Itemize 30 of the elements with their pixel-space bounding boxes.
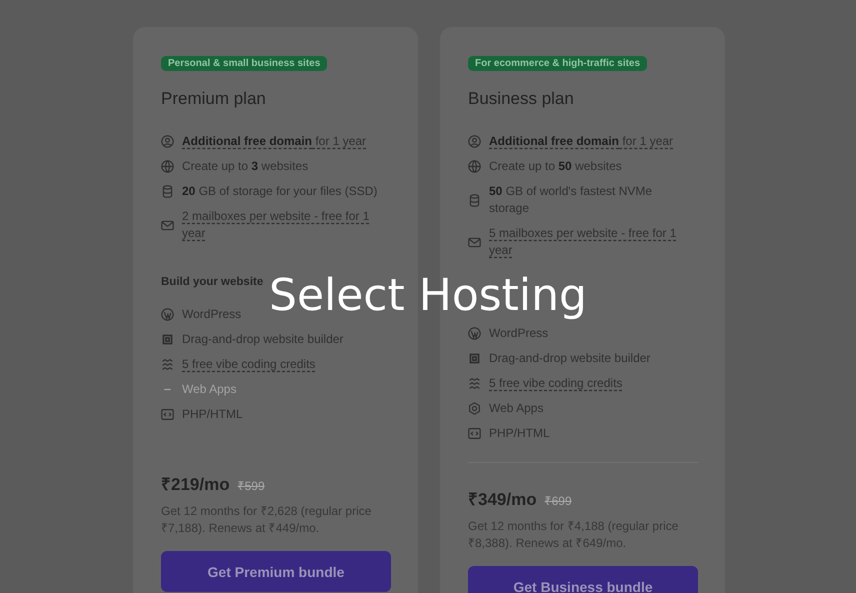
plan-badge: Personal & small business sites xyxy=(161,56,328,71)
user-icon xyxy=(468,135,481,148)
builder-icon xyxy=(468,352,481,365)
old-price: ₹699 xyxy=(544,493,572,509)
plan-badge: For ecommerce & high-traffic sites xyxy=(468,56,648,71)
price: ₹219/mo xyxy=(161,474,230,495)
bundle-button[interactable]: Get Premium bundle xyxy=(161,551,391,592)
user-icon xyxy=(161,135,174,148)
feature-text: Web Apps xyxy=(182,381,236,398)
overlay-title: Select Hosting xyxy=(269,272,587,320)
database-icon xyxy=(468,194,481,206)
builder-icon xyxy=(161,333,174,346)
plan-name: Business plan xyxy=(468,89,575,109)
globe-icon xyxy=(468,160,481,173)
mail-icon xyxy=(161,218,174,232)
waves-icon xyxy=(468,377,481,390)
database-icon xyxy=(161,185,174,198)
price: ₹349/mo xyxy=(468,489,537,510)
old-price: ₹599 xyxy=(238,478,265,494)
code-icon xyxy=(468,427,481,440)
plan-name: Premium plan xyxy=(161,89,267,109)
mail-icon xyxy=(468,236,481,248)
waves-icon xyxy=(161,358,174,371)
section-heading: Build your website xyxy=(161,276,264,288)
globe-icon xyxy=(161,160,174,173)
hexagon-icon xyxy=(468,402,481,415)
code-icon xyxy=(161,408,174,421)
wordpress-icon xyxy=(161,308,174,321)
bundle-button[interactable]: Get Business bundle xyxy=(468,566,698,593)
wordpress-icon xyxy=(468,327,481,340)
